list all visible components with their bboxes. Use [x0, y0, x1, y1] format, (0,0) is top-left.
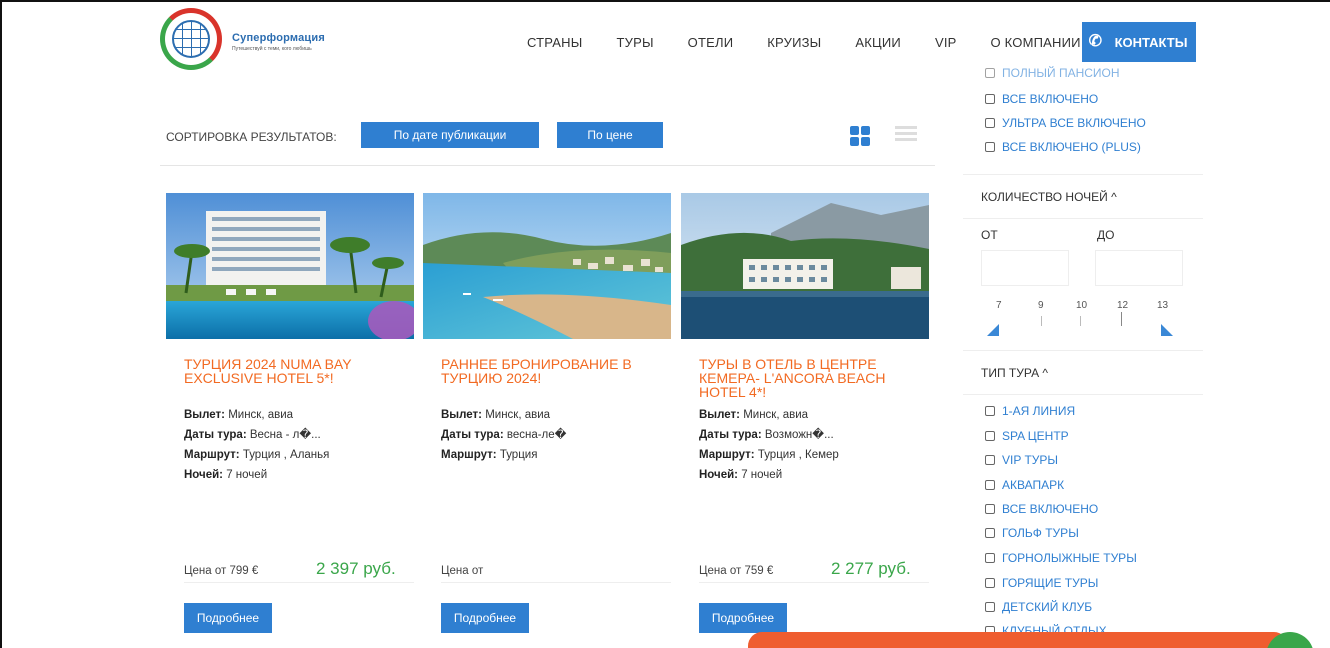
- tour-info: Вылет: Минск, авиа Даты тура: Возможн�..…: [699, 409, 839, 481]
- slider-handle-max[interactable]: [1161, 324, 1173, 336]
- price-from: Цена от 759 €: [699, 565, 774, 577]
- meal-option[interactable]: ВСЕ ВКЛЮЧЕНО (PLUS): [985, 140, 1141, 154]
- tour-image-coast[interactable]: [423, 193, 671, 339]
- tour-image-mountain-hotel[interactable]: [681, 193, 929, 339]
- checkbox[interactable]: [985, 118, 995, 128]
- slider-tick-label: 9: [1038, 300, 1044, 311]
- sort-by-date-button[interactable]: По дате публикации: [361, 122, 539, 148]
- logo[interactable]: [160, 8, 222, 70]
- tour-title[interactable]: ТУРЦИЯ 2024 NUMA BAY EXCLUSIVE HOTEL 5*!: [184, 357, 412, 385]
- nav-item-hotels[interactable]: ОТЕЛИ: [671, 35, 751, 50]
- tour-info: Вылет: Минск, авиа Даты тура: весна-ле� …: [441, 409, 567, 461]
- divider: [963, 174, 1203, 175]
- checkbox[interactable]: [985, 528, 995, 538]
- slider-tick-label: 13: [1157, 300, 1169, 311]
- slider-tick: [1121, 312, 1122, 326]
- main-nav: СТРАНЫ ТУРЫ ОТЕЛИ КРУИЗЫ АКЦИИ VIP О КОМ…: [510, 22, 1098, 62]
- checkbox[interactable]: [985, 480, 995, 490]
- floating-banner[interactable]: [748, 632, 1288, 648]
- details-button[interactable]: Подробнее: [184, 603, 272, 633]
- checkbox[interactable]: [985, 553, 995, 563]
- slider-tick-label: 10: [1076, 300, 1088, 311]
- checkbox[interactable]: [985, 431, 995, 441]
- tour-type-title[interactable]: ТИП ТУРА ^: [981, 366, 1048, 380]
- slider-tick-label: 7: [996, 300, 1002, 311]
- tour-type-option[interactable]: ГОЛЬФ ТУРЫ: [985, 526, 1079, 540]
- nav-item-deals[interactable]: АКЦИИ: [838, 35, 918, 50]
- tour-type-option[interactable]: ГОРЯЩИЕ ТУРЫ: [985, 576, 1098, 590]
- meal-option[interactable]: ВСЕ ВКЛЮЧЕНО: [985, 92, 1098, 106]
- details-button[interactable]: Подробнее: [441, 603, 529, 633]
- checkbox[interactable]: [985, 455, 995, 465]
- price-row: Цена от: [441, 561, 671, 583]
- tour-card: РАННЕЕ БРОНИРОВАНИЕ В ТУРЦИЮ 2024! Вылет…: [423, 193, 671, 643]
- tour-image-hotel-pool[interactable]: [166, 193, 414, 339]
- divider: [963, 394, 1203, 395]
- sort-label: СОРТИРОВКА РЕЗУЛЬТАТОВ:: [166, 130, 337, 144]
- nav-item-vip[interactable]: VIP: [918, 35, 974, 50]
- contacts-label: КОНТАКТЫ: [1114, 34, 1188, 50]
- checkbox[interactable]: [985, 406, 995, 416]
- tour-card: ТУРЫ В ОТЕЛЬ В ЦЕНТРЕ КЕМЕРА- L'ANCORA B…: [681, 193, 929, 643]
- slider-tick: [1080, 316, 1081, 326]
- slider-tick: [1041, 316, 1042, 326]
- contacts-button[interactable]: КОНТАКТЫ: [1082, 22, 1196, 62]
- tour-info: Вылет: Минск, авиа Даты тура: Весна - л�…: [184, 409, 330, 481]
- nights-to-input[interactable]: [1095, 250, 1183, 286]
- sort-bar: СОРТИРОВКА РЕЗУЛЬТАТОВ: По дате публикац…: [160, 120, 935, 166]
- price-row: Цена от 799 € 2 397 руб.: [184, 559, 414, 583]
- tour-title[interactable]: РАННЕЕ БРОНИРОВАНИЕ В ТУРЦИЮ 2024!: [441, 357, 669, 385]
- checkbox[interactable]: [985, 94, 995, 104]
- price-from: Цена от 799 €: [184, 565, 259, 577]
- slider-tick-label: 12: [1117, 300, 1129, 311]
- globe-icon: [172, 20, 210, 58]
- divider: [963, 350, 1203, 351]
- phone-icon: [1089, 31, 1105, 51]
- meal-option[interactable]: УЛЬТРА ВСЕ ВКЛЮЧЕНО: [985, 116, 1146, 130]
- sort-by-price-button[interactable]: По цене: [557, 122, 663, 148]
- filters-sidebar: ПОЛНЫЙ ПАНСИОН ВСЕ ВКЛЮЧЕНО УЛЬТРА ВСЕ В…: [963, 64, 1203, 648]
- slider-handle-min[interactable]: [987, 324, 999, 336]
- nights-title[interactable]: КОЛИЧЕСТВО НОЧЕЙ ^: [981, 190, 1117, 204]
- tour-type-option[interactable]: VIP ТУРЫ: [985, 453, 1058, 467]
- tour-type-option[interactable]: ДЕТСКИЙ КЛУБ: [985, 600, 1092, 614]
- price-byn: 2 397 руб.: [316, 559, 396, 578]
- checkbox[interactable]: [985, 578, 995, 588]
- checkbox[interactable]: [985, 504, 995, 514]
- nav-item-about[interactable]: О КОМПАНИИ: [974, 35, 1098, 50]
- checkbox[interactable]: [985, 142, 995, 152]
- tour-type-option[interactable]: SPA ЦЕНТР: [985, 429, 1069, 443]
- tour-type-option[interactable]: ВСЕ ВКЛЮЧЕНО: [985, 502, 1098, 516]
- brand-subtitle: Путешествуй с теми, кого любишь: [232, 46, 312, 52]
- to-label: ДО: [1097, 228, 1115, 242]
- divider: [963, 218, 1203, 219]
- price-from: Цена от: [441, 565, 484, 577]
- tour-card: ТУРЦИЯ 2024 NUMA BAY EXCLUSIVE HOTEL 5*!…: [166, 193, 414, 643]
- tour-type-option[interactable]: АКВАПАРК: [985, 478, 1064, 492]
- meal-option[interactable]: ПОЛНЫЙ ПАНСИОН: [985, 66, 1120, 80]
- details-button[interactable]: Подробнее: [699, 603, 787, 633]
- checkbox[interactable]: [985, 602, 995, 612]
- brand-title[interactable]: Суперформация: [232, 32, 325, 44]
- price-byn: 2 277 руб.: [831, 559, 911, 578]
- list-view-icon[interactable]: [895, 126, 917, 146]
- tour-type-option[interactable]: 1-АЯ ЛИНИЯ: [985, 404, 1075, 418]
- grid-view-icon[interactable]: [850, 126, 870, 146]
- price-row: Цена от 759 € 2 277 руб.: [699, 559, 929, 583]
- nav-item-countries[interactable]: СТРАНЫ: [510, 35, 599, 50]
- nav-item-tours[interactable]: ТУРЫ: [599, 35, 670, 50]
- tour-title[interactable]: ТУРЫ В ОТЕЛЬ В ЦЕНТРЕ КЕМЕРА- L'ANCORA B…: [699, 357, 927, 399]
- nav-item-cruises[interactable]: КРУИЗЫ: [750, 35, 838, 50]
- checkbox[interactable]: [985, 68, 995, 78]
- tour-type-option[interactable]: ГОРНОЛЫЖНЫЕ ТУРЫ: [985, 551, 1137, 565]
- nights-from-input[interactable]: [981, 250, 1069, 286]
- from-label: ОТ: [981, 228, 998, 242]
